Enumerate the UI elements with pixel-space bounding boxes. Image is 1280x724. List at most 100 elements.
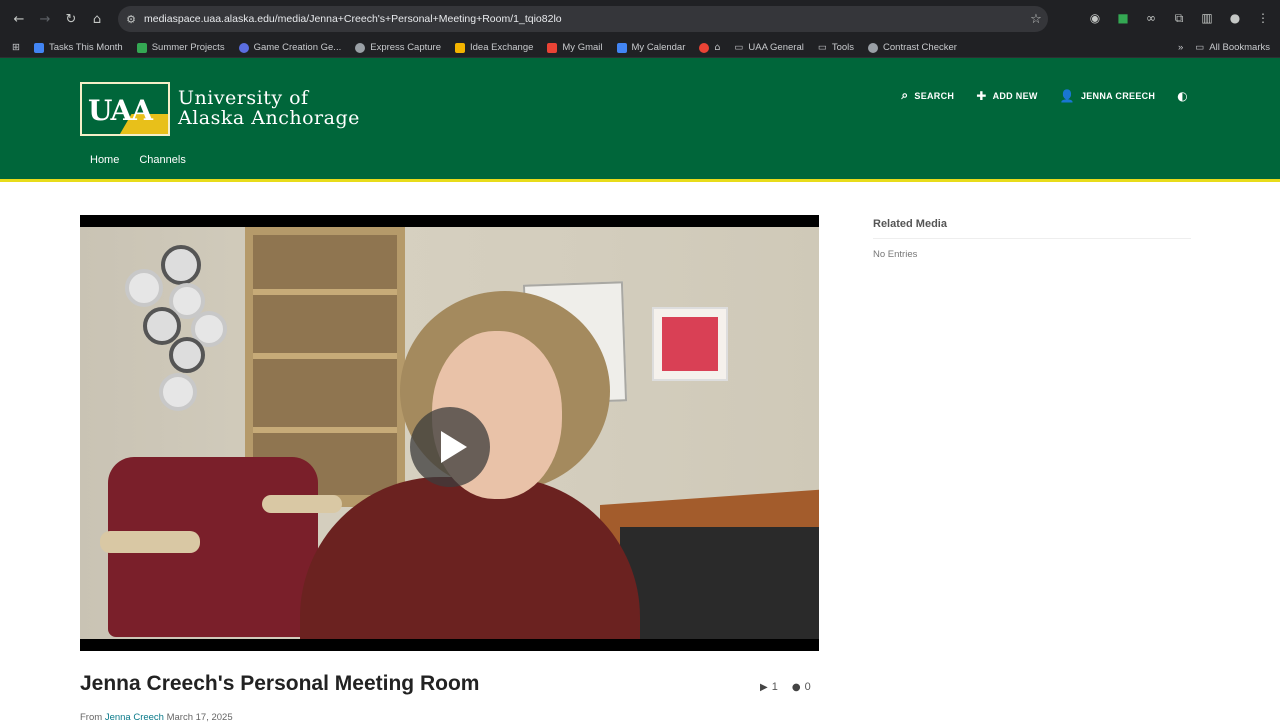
bookmark-label: Tools [831,42,855,53]
bookmark-item[interactable]: Express Capture [355,42,441,53]
bookmark-label: UAA General [748,42,804,53]
extension-green-icon[interactable]: ■ [1114,9,1132,27]
uaa-logo[interactable]: UAA University of Alaska Anchorage [80,82,360,136]
related-media-heading: Related Media [873,218,947,230]
contrast-icon: ◐ [1177,88,1188,103]
divider [873,238,1191,239]
bookmark-folder[interactable]: ▭ Tools [818,42,854,53]
folder-icon: ▭ [734,42,744,53]
bookmark-label: Contrast Checker [883,42,957,53]
comments-count[interactable]: ● 0 [792,681,811,693]
bookmark-label: ⌂ [714,42,721,53]
bookmark-favicon-icon [868,42,879,53]
desk-front [620,527,819,639]
bookmark-favicon-icon [238,42,249,53]
video-thumbnail[interactable] [80,227,819,639]
profile-icon[interactable]: ● [1226,9,1244,27]
bookmark-item[interactable]: Contrast Checker [868,42,957,53]
bookmark-favicon-icon [355,42,366,53]
search-label: SEARCH [914,90,955,101]
add-new-button[interactable]: ✚ ADD NEW [976,89,1037,103]
chair-arm [262,495,342,513]
plus-icon: ✚ [976,88,987,103]
user-icon: 👤 [1059,88,1075,103]
back-icon[interactable]: ← [6,6,32,32]
chair-arm [100,531,200,553]
forward-icon[interactable]: → [32,6,58,32]
reload-icon[interactable]: ↻ [58,6,84,32]
bookmark-label: My Calendar [631,42,686,53]
nav-channels[interactable]: Channels [139,154,185,166]
related-media-empty: No Entries [873,249,918,260]
bookmark-favicon-icon [136,42,147,53]
all-bookmarks-folder[interactable]: ▭ All Bookmarks [1195,42,1270,53]
publish-date: March 17, 2025 [166,712,233,723]
user-menu-button[interactable]: 👤 JENNA CREECH [1060,89,1156,103]
plays-value: 1 [771,681,778,693]
extension-link-icon[interactable]: ∞ [1142,9,1160,27]
author-link[interactable]: Jenna Creech [105,712,164,723]
browser-toolbar: ← → ↻ ⌂ ⚙ mediaspace.uaa.alaska.edu/medi… [0,0,1280,38]
bookmark-item[interactable]: Tasks This Month [33,42,123,53]
byline-prefix: From [80,712,103,723]
bookmarks-overflow-icon[interactable]: » [1178,42,1183,53]
bookmark-label: Game Creation Ge... [253,42,342,53]
comment-icon: ● [791,681,801,693]
site-info-icon[interactable]: ⚙ [118,13,144,26]
logo-wordmark: University of Alaska Anchorage [178,87,360,129]
wall-poster [652,307,728,381]
header-actions: ⌕ SEARCH ✚ ADD NEW 👤 JENNA CREECH ◐ [901,88,1188,103]
bookmark-item[interactable]: ⌂ [699,42,720,53]
media-title: Jenna Creech's Personal Meeting Room [80,672,480,695]
bookmark-label: Summer Projects [151,42,225,53]
bookmark-star-icon[interactable]: ☆ [1024,12,1048,27]
comments-value: 0 [804,681,811,693]
bookmark-label: Idea Exchange [470,42,534,53]
bookmark-favicon-icon [455,42,465,53]
video-player[interactable] [80,215,819,651]
logo-line1: University of [178,87,309,110]
logo-mark: UAA [80,82,170,136]
bookmark-label: Express Capture [370,42,441,53]
bookmark-item[interactable]: Summer Projects [136,42,225,53]
folder-icon: ▭ [817,42,827,53]
play-button[interactable] [410,407,490,487]
bookmark-favicon-icon [699,42,710,53]
bookmark-favicon-icon [616,42,627,53]
logo-line2: Alaska Anchorage [178,107,360,129]
bookmark-folder[interactable]: ▭ UAA General [734,42,803,53]
all-bookmarks-label: All Bookmarks [1209,42,1270,53]
extension-icon[interactable]: ◉ [1086,9,1104,27]
media-byline: From Jenna Creech March 17, 2025 [80,712,233,723]
contrast-toggle[interactable]: ◐ [1177,89,1188,103]
nav-home[interactable]: Home [90,154,119,166]
bookmark-item[interactable]: Game Creation Ge... [238,42,342,53]
bookmark-favicon-icon [33,42,44,53]
home-icon[interactable]: ⌂ [84,6,110,32]
side-panel-icon[interactable]: ▥ [1198,9,1216,27]
folder-icon: ▭ [1195,42,1205,53]
apps-grid-icon[interactable]: ⊞ [12,42,20,53]
bookmark-label: Tasks This Month [48,42,123,53]
user-label: JENNA CREECH [1080,90,1156,101]
site-nav: Home Channels [90,154,186,166]
url-text[interactable]: mediaspace.uaa.alaska.edu/media/Jenna+Cr… [144,13,1024,25]
address-bar[interactable]: ⚙ mediaspace.uaa.alaska.edu/media/Jenna+… [118,6,1048,32]
plays-count: ▶ 1 [760,681,778,693]
film-reels-decor [125,245,235,415]
bookmark-item[interactable]: My Gmail [547,42,603,53]
search-icon: ⌕ [901,88,909,102]
play-icon [441,431,467,463]
media-stats: ▶ 1 ● 0 [760,681,811,693]
bookmark-item[interactable]: My Calendar [616,42,686,53]
bookmark-item[interactable]: Idea Exchange [455,42,533,53]
extensions-puzzle-icon[interactable]: ⧉ [1170,9,1188,27]
bookmarks-bar: ⊞ Tasks This Month Summer Projects Game … [0,38,1280,58]
search-button[interactable]: ⌕ SEARCH [901,88,954,103]
site-header: UAA University of Alaska Anchorage ⌕ SEA… [0,58,1280,182]
menu-dots-icon[interactable]: ⋮ [1254,9,1272,27]
add-new-label: ADD NEW [992,90,1038,101]
play-count-icon: ▶ [760,681,768,693]
bookmark-label: My Gmail [562,42,603,53]
bookmark-favicon-icon [547,42,558,53]
